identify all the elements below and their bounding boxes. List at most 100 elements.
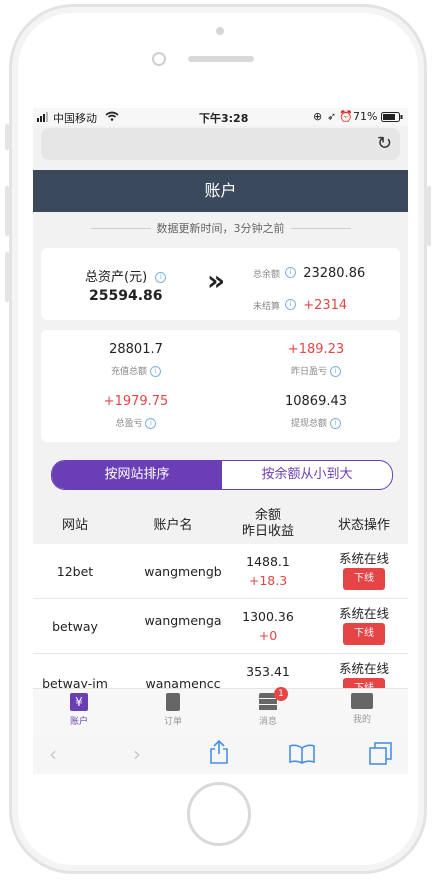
unsettled-row: 未结算 i +2314 xyxy=(253,294,347,313)
header-status: 状态操作 xyxy=(337,518,390,533)
browser-toolbar: ‹ › xyxy=(33,736,408,774)
battery-percent: 71% xyxy=(353,110,378,123)
stat-deposit-label: 充值总额 i xyxy=(81,364,191,377)
clock: 下午3:28 xyxy=(199,112,249,125)
tab-orders[interactable]: 订单 xyxy=(143,693,203,727)
asset-summary-card: 总资产(元) i 25594.86 » 总余额 i 23280.86 未结算 i… xyxy=(41,248,400,320)
tab-account-label: 账户 xyxy=(69,717,88,727)
stat-withdraw-value: 10869.43 xyxy=(284,394,348,409)
total-assets-label: 总资产(元) i xyxy=(85,266,167,285)
row-balance: 1488.1 xyxy=(246,554,290,569)
divider xyxy=(91,228,151,229)
row-profit: +18.3 xyxy=(248,573,288,588)
info-icon[interactable]: i xyxy=(329,366,341,377)
tab-account[interactable]: ¥ 账户 xyxy=(49,693,109,727)
lock-rotation-icon: ⊕ xyxy=(313,110,323,123)
status-bar: 中国移动 下午3:28 ⊕ ➶ ⏰ 71% xyxy=(33,108,408,126)
divider xyxy=(291,228,351,229)
info-icon[interactable]: i xyxy=(285,267,297,278)
volume-down-button xyxy=(5,252,9,302)
tab-messages[interactable]: 消息 1 xyxy=(238,687,298,727)
sort-by-site-tab[interactable]: 按网站排序 xyxy=(52,461,222,489)
info-icon[interactable]: i xyxy=(145,418,157,429)
row-account: wangmenga xyxy=(144,613,222,628)
clipboard-icon xyxy=(166,693,180,711)
offline-button[interactable]: 下线 xyxy=(343,568,385,590)
row-account: wangmengb xyxy=(144,564,222,579)
info-icon[interactable]: i xyxy=(329,418,341,429)
sort-segment: 按网站排序 按余额从小到大 xyxy=(51,460,393,490)
header-site: 网站 xyxy=(61,518,88,533)
mute-switch xyxy=(5,124,9,150)
alarm-icon: ⏰ xyxy=(339,110,353,123)
stat-withdraw-label-text: 提现总额 xyxy=(291,419,328,429)
total-assets-label-text: 总资产(元) xyxy=(85,270,148,285)
tabs-icon[interactable] xyxy=(369,742,393,771)
header-yesterday-profit: 昨日收益 xyxy=(241,524,294,539)
update-time-text: 数据更新时间，3分钟之前 xyxy=(156,222,285,235)
total-assets-value: 25594.86 xyxy=(89,288,163,304)
unsettled-label: 未结算 xyxy=(253,302,281,312)
row-status: 系统在线 xyxy=(338,606,389,621)
location-icon: ➶ xyxy=(327,110,337,123)
url-bar[interactable]: ↻ xyxy=(41,128,400,160)
bottom-tab-bar: ¥ 账户 订单 消息 1 我的 xyxy=(33,687,408,737)
tab-profile-label: 我的 xyxy=(352,715,371,725)
earpiece-speaker xyxy=(188,56,254,62)
balance-value: 23280.86 xyxy=(303,266,366,281)
stats-card: 28801.7 充值总额 i +189.23 昨日盈亏 i +1979.75 总… xyxy=(41,330,400,442)
proximity-sensor xyxy=(216,27,224,35)
header-account: 账户名 xyxy=(153,518,193,533)
tab-messages-label: 消息 xyxy=(258,717,277,727)
back-icon[interactable]: ‹ xyxy=(49,742,57,766)
info-icon[interactable]: i xyxy=(155,272,167,283)
id-card-icon xyxy=(351,693,373,709)
table-row[interactable]: betway wangmenga 1300.36 +0 系统在线 下线 xyxy=(33,599,408,654)
reload-icon[interactable]: ↻ xyxy=(377,133,392,154)
table-row[interactable]: 12bet wangmengb 1488.1 +18.3 系统在线 下线 xyxy=(33,544,408,599)
row-site: betway xyxy=(52,619,98,634)
battery-icon xyxy=(381,112,403,125)
row-balance: 353.41 xyxy=(246,664,290,679)
unsettled-value: +2314 xyxy=(303,298,348,313)
info-icon[interactable]: i xyxy=(285,299,297,310)
stat-total-pl-value: +1979.75 xyxy=(103,394,169,409)
share-icon[interactable] xyxy=(209,739,229,769)
stat-yesterday-pl-label: 昨日盈亏 i xyxy=(261,364,371,377)
stat-deposit-label-text: 充值总额 xyxy=(111,367,148,377)
stat-withdraw-label: 提现总额 i xyxy=(261,416,371,429)
expand-arrow-icon[interactable]: » xyxy=(207,264,225,297)
tab-orders-label: 订单 xyxy=(163,717,182,727)
stat-total-pl-label: 总盈亏 i xyxy=(81,416,191,429)
front-camera xyxy=(152,52,166,66)
row-site: 12bet xyxy=(56,564,94,579)
row-profit: +0 xyxy=(258,628,278,643)
wallet-icon: ¥ xyxy=(70,693,88,711)
carrier-label: 中国移动 xyxy=(53,112,97,125)
home-button[interactable] xyxy=(187,782,251,846)
wifi-icon xyxy=(105,111,119,124)
balance-label: 总余额 xyxy=(253,270,281,280)
bookmarks-icon[interactable] xyxy=(289,744,315,769)
signal-icon xyxy=(37,112,51,125)
row-status: 系统在线 xyxy=(338,551,389,566)
forward-icon[interactable]: › xyxy=(133,742,141,766)
table-header: 网站 账户名 余额 昨日收益 状态操作 xyxy=(33,498,408,546)
power-button xyxy=(427,186,431,246)
stat-yesterday-pl-value: +189.23 xyxy=(287,342,345,357)
stat-total-pl-label-text: 总盈亏 xyxy=(115,419,143,429)
info-icon[interactable]: i xyxy=(149,366,161,377)
volume-up-button xyxy=(5,186,9,236)
page-title: 账户 xyxy=(33,170,408,212)
screen: 中国移动 下午3:28 ⊕ ➶ ⏰ 71% ↻ 账户 数据更新时间，3分钟之前 … xyxy=(33,108,408,774)
row-status: 系统在线 xyxy=(338,661,389,676)
sort-by-balance-tab[interactable]: 按余额从小到大 xyxy=(222,461,392,489)
stat-yesterday-pl-label-text: 昨日盈亏 xyxy=(291,367,328,377)
tab-profile[interactable]: 我的 xyxy=(332,693,392,725)
update-time-row: 数据更新时间，3分钟之前 xyxy=(33,220,408,236)
balance-row: 总余额 i 23280.86 xyxy=(253,262,365,281)
offline-button[interactable]: 下线 xyxy=(343,623,385,645)
message-badge: 1 xyxy=(274,687,288,701)
row-balance: 1300.36 xyxy=(242,609,294,624)
stat-deposit-value: 28801.7 xyxy=(109,342,163,357)
